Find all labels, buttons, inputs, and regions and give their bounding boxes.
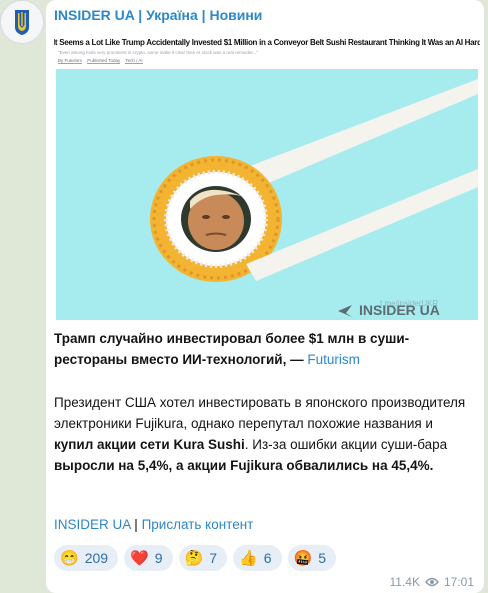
reaction-thumbs-up[interactable]: 👍 6 <box>233 545 282 571</box>
message-bubble: INSIDER UA | Україна | Новини It Seems a… <box>46 0 484 593</box>
reaction-count: 209 <box>84 550 109 566</box>
post-body-text: . Из-за ошибки акции суши-бара <box>244 437 448 452</box>
article-header: It Seems a Lot Like Trump Accidentally I… <box>54 32 480 68</box>
grin-emoji-icon: 😁 <box>60 549 79 567</box>
article-meta: By Futurism Published Today Tech / AI <box>58 58 147 64</box>
footer-separator: | <box>134 517 138 532</box>
post-media[interactable]: It Seems a Lot Like Trump Accidentally I… <box>54 32 480 320</box>
reaction-count: 7 <box>209 550 218 566</box>
post-body-text: Президент США хотел инвестировать в япон… <box>54 395 466 431</box>
reaction-count: 5 <box>318 550 326 566</box>
footer-links: INSIDER UA | Прислать контент <box>54 517 253 532</box>
eye-icon <box>425 577 439 587</box>
heart-emoji-icon: ❤️ <box>130 549 149 567</box>
submit-content-link[interactable]: Прислать контент <box>142 517 254 532</box>
angry-emoji-icon: 🤬 <box>293 549 313 567</box>
reaction-grin[interactable]: 😁 209 <box>54 545 119 571</box>
post-body-bold: выросли на 5,4%, а акции Fujikura обвали… <box>54 458 434 473</box>
sushi-roll-image: t.me/insiderUKR INSIDER UA <box>56 69 478 320</box>
trident-icon <box>2 2 42 42</box>
article-meta-item: By Futurism <box>58 58 83 64</box>
post-body: Президент США хотел инвестировать в япон… <box>54 392 474 476</box>
reaction-count: 6 <box>263 550 272 566</box>
reaction-angry[interactable]: 🤬 5 <box>287 545 336 571</box>
article-meta-item: Tech / AI <box>125 58 143 64</box>
channel-avatar[interactable] <box>0 0 44 44</box>
watermark-brand: INSIDER UA <box>359 302 440 318</box>
source-link[interactable]: Futurism <box>307 352 360 367</box>
channel-link[interactable]: INSIDER UA <box>54 517 131 532</box>
channel-title[interactable]: INSIDER UA | Україна | Новини <box>54 7 262 23</box>
post-text: Трамп случайно инвестировал более $1 млн… <box>54 328 474 476</box>
post-body-bold: купил акции сети Kura Sushi <box>54 437 245 452</box>
sushi-illustration: t.me/insiderUKR INSIDER UA <box>56 69 478 320</box>
reaction-thinking[interactable]: 🤔 7 <box>178 545 228 571</box>
reaction-heart[interactable]: ❤️ 9 <box>124 545 173 571</box>
reaction-count: 9 <box>154 550 163 566</box>
article-meta-item: Published Today <box>87 58 121 64</box>
article-subheadline: "Even among fools very prominent in cryp… <box>58 50 259 55</box>
thinking-emoji-icon: 🤔 <box>184 549 204 567</box>
view-count: 11.4K <box>389 575 420 589</box>
article-headline: It Seems a Lot Like Trump Accidentally I… <box>54 38 480 47</box>
message-meta: 11.4K 17:01 <box>390 575 475 589</box>
reactions-bar: 😁 209 ❤️ 9 🤔 7 👍 6 🤬 5 <box>54 545 336 571</box>
thumbs-up-emoji-icon: 👍 <box>239 549 258 567</box>
post-lead: Трамп случайно инвестировал более $1 млн… <box>54 328 474 370</box>
message-time: 17:01 <box>443 575 474 589</box>
